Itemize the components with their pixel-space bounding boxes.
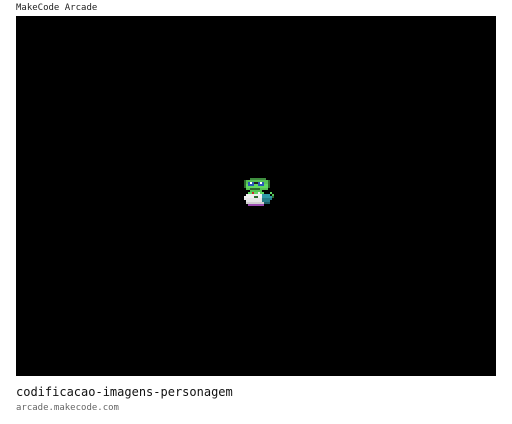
- domain-link[interactable]: arcade.makecode.com: [16, 403, 119, 414]
- app-title: MakeCode Arcade: [16, 3, 98, 13]
- page-title: codificacao-imagens-personagem: [16, 385, 233, 399]
- game-screen[interactable]: [16, 16, 496, 376]
- turtle-character-icon: [244, 178, 274, 206]
